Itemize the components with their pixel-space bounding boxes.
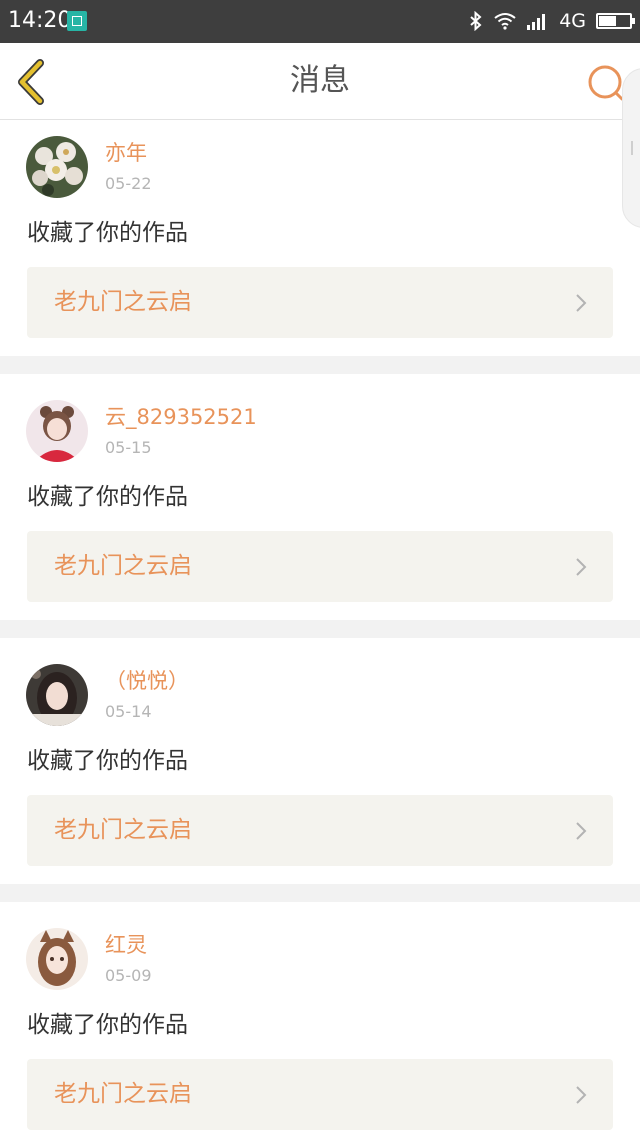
chevron-right-icon — [576, 822, 587, 840]
message-card: 红灵 05-09 收藏了你的作品 老九门之云启 — [0, 902, 640, 1148]
status-indicators: 4G — [469, 8, 635, 34]
message-action: 收藏了你的作品 — [27, 1012, 188, 1038]
selfie-avatar-icon — [26, 664, 88, 726]
battery-icon — [596, 13, 635, 29]
search-button[interactable] — [586, 63, 626, 103]
message-action: 收藏了你的作品 — [27, 484, 188, 510]
message-card: 云_829352521 05-15 收藏了你的作品 老九门之云启 — [0, 374, 640, 620]
message-date: 05-09 — [105, 966, 152, 985]
page-title: 消息 — [290, 63, 350, 98]
message-date: 05-15 — [105, 438, 152, 457]
avatar[interactable] — [26, 664, 88, 726]
message-card: （悦悦） 05-14 收藏了你的作品 老九门之云启 — [0, 638, 640, 884]
work-link[interactable]: 老九门之云启 — [27, 1059, 613, 1130]
flowers-avatar-icon — [26, 136, 88, 198]
status-time: 14:20 — [8, 8, 72, 33]
username[interactable]: 红灵 — [105, 932, 147, 958]
battery-level — [599, 16, 616, 26]
message-action: 收藏了你的作品 — [27, 220, 188, 246]
message-action: 收藏了你的作品 — [27, 748, 188, 774]
username[interactable]: 亦年 — [105, 140, 147, 166]
status-bar: 14:20 4G — [0, 0, 640, 43]
network-type: 4G — [559, 10, 586, 32]
work-link[interactable]: 老九门之云启 — [27, 267, 613, 338]
avatar[interactable] — [26, 928, 88, 990]
work-link[interactable]: 老九门之云启 — [27, 795, 613, 866]
floating-edge-handle[interactable] — [622, 68, 640, 228]
search-icon — [588, 65, 624, 101]
screenshot-icon — [67, 11, 87, 31]
work-title: 老九门之云启 — [54, 553, 192, 579]
wifi-icon — [493, 12, 517, 30]
illustration-avatar-icon — [26, 928, 88, 990]
chevron-right-icon — [576, 1086, 587, 1104]
avatar[interactable] — [26, 400, 88, 462]
work-title: 老九门之云启 — [54, 1081, 192, 1107]
message-date: 05-22 — [105, 174, 152, 193]
bluetooth-icon — [469, 11, 483, 31]
work-link[interactable]: 老九门之云启 — [27, 531, 613, 602]
chevron-right-icon — [576, 558, 587, 576]
chevron-right-icon — [576, 294, 587, 312]
header: 消息 — [0, 43, 640, 120]
work-title: 老九门之云启 — [54, 817, 192, 843]
username[interactable]: 云_829352521 — [105, 404, 257, 430]
message-date: 05-14 — [105, 702, 152, 721]
message-list: 亦年 05-22 收藏了你的作品 老九门之云启 云_829352521 05-1… — [0, 120, 640, 1148]
avatar[interactable] — [26, 136, 88, 198]
signal-icon — [527, 12, 549, 30]
girl-avatar-icon — [26, 400, 88, 462]
username[interactable]: （悦悦） — [105, 668, 189, 694]
work-title: 老九门之云启 — [54, 289, 192, 315]
message-card: 亦年 05-22 收藏了你的作品 老九门之云启 — [0, 120, 640, 356]
